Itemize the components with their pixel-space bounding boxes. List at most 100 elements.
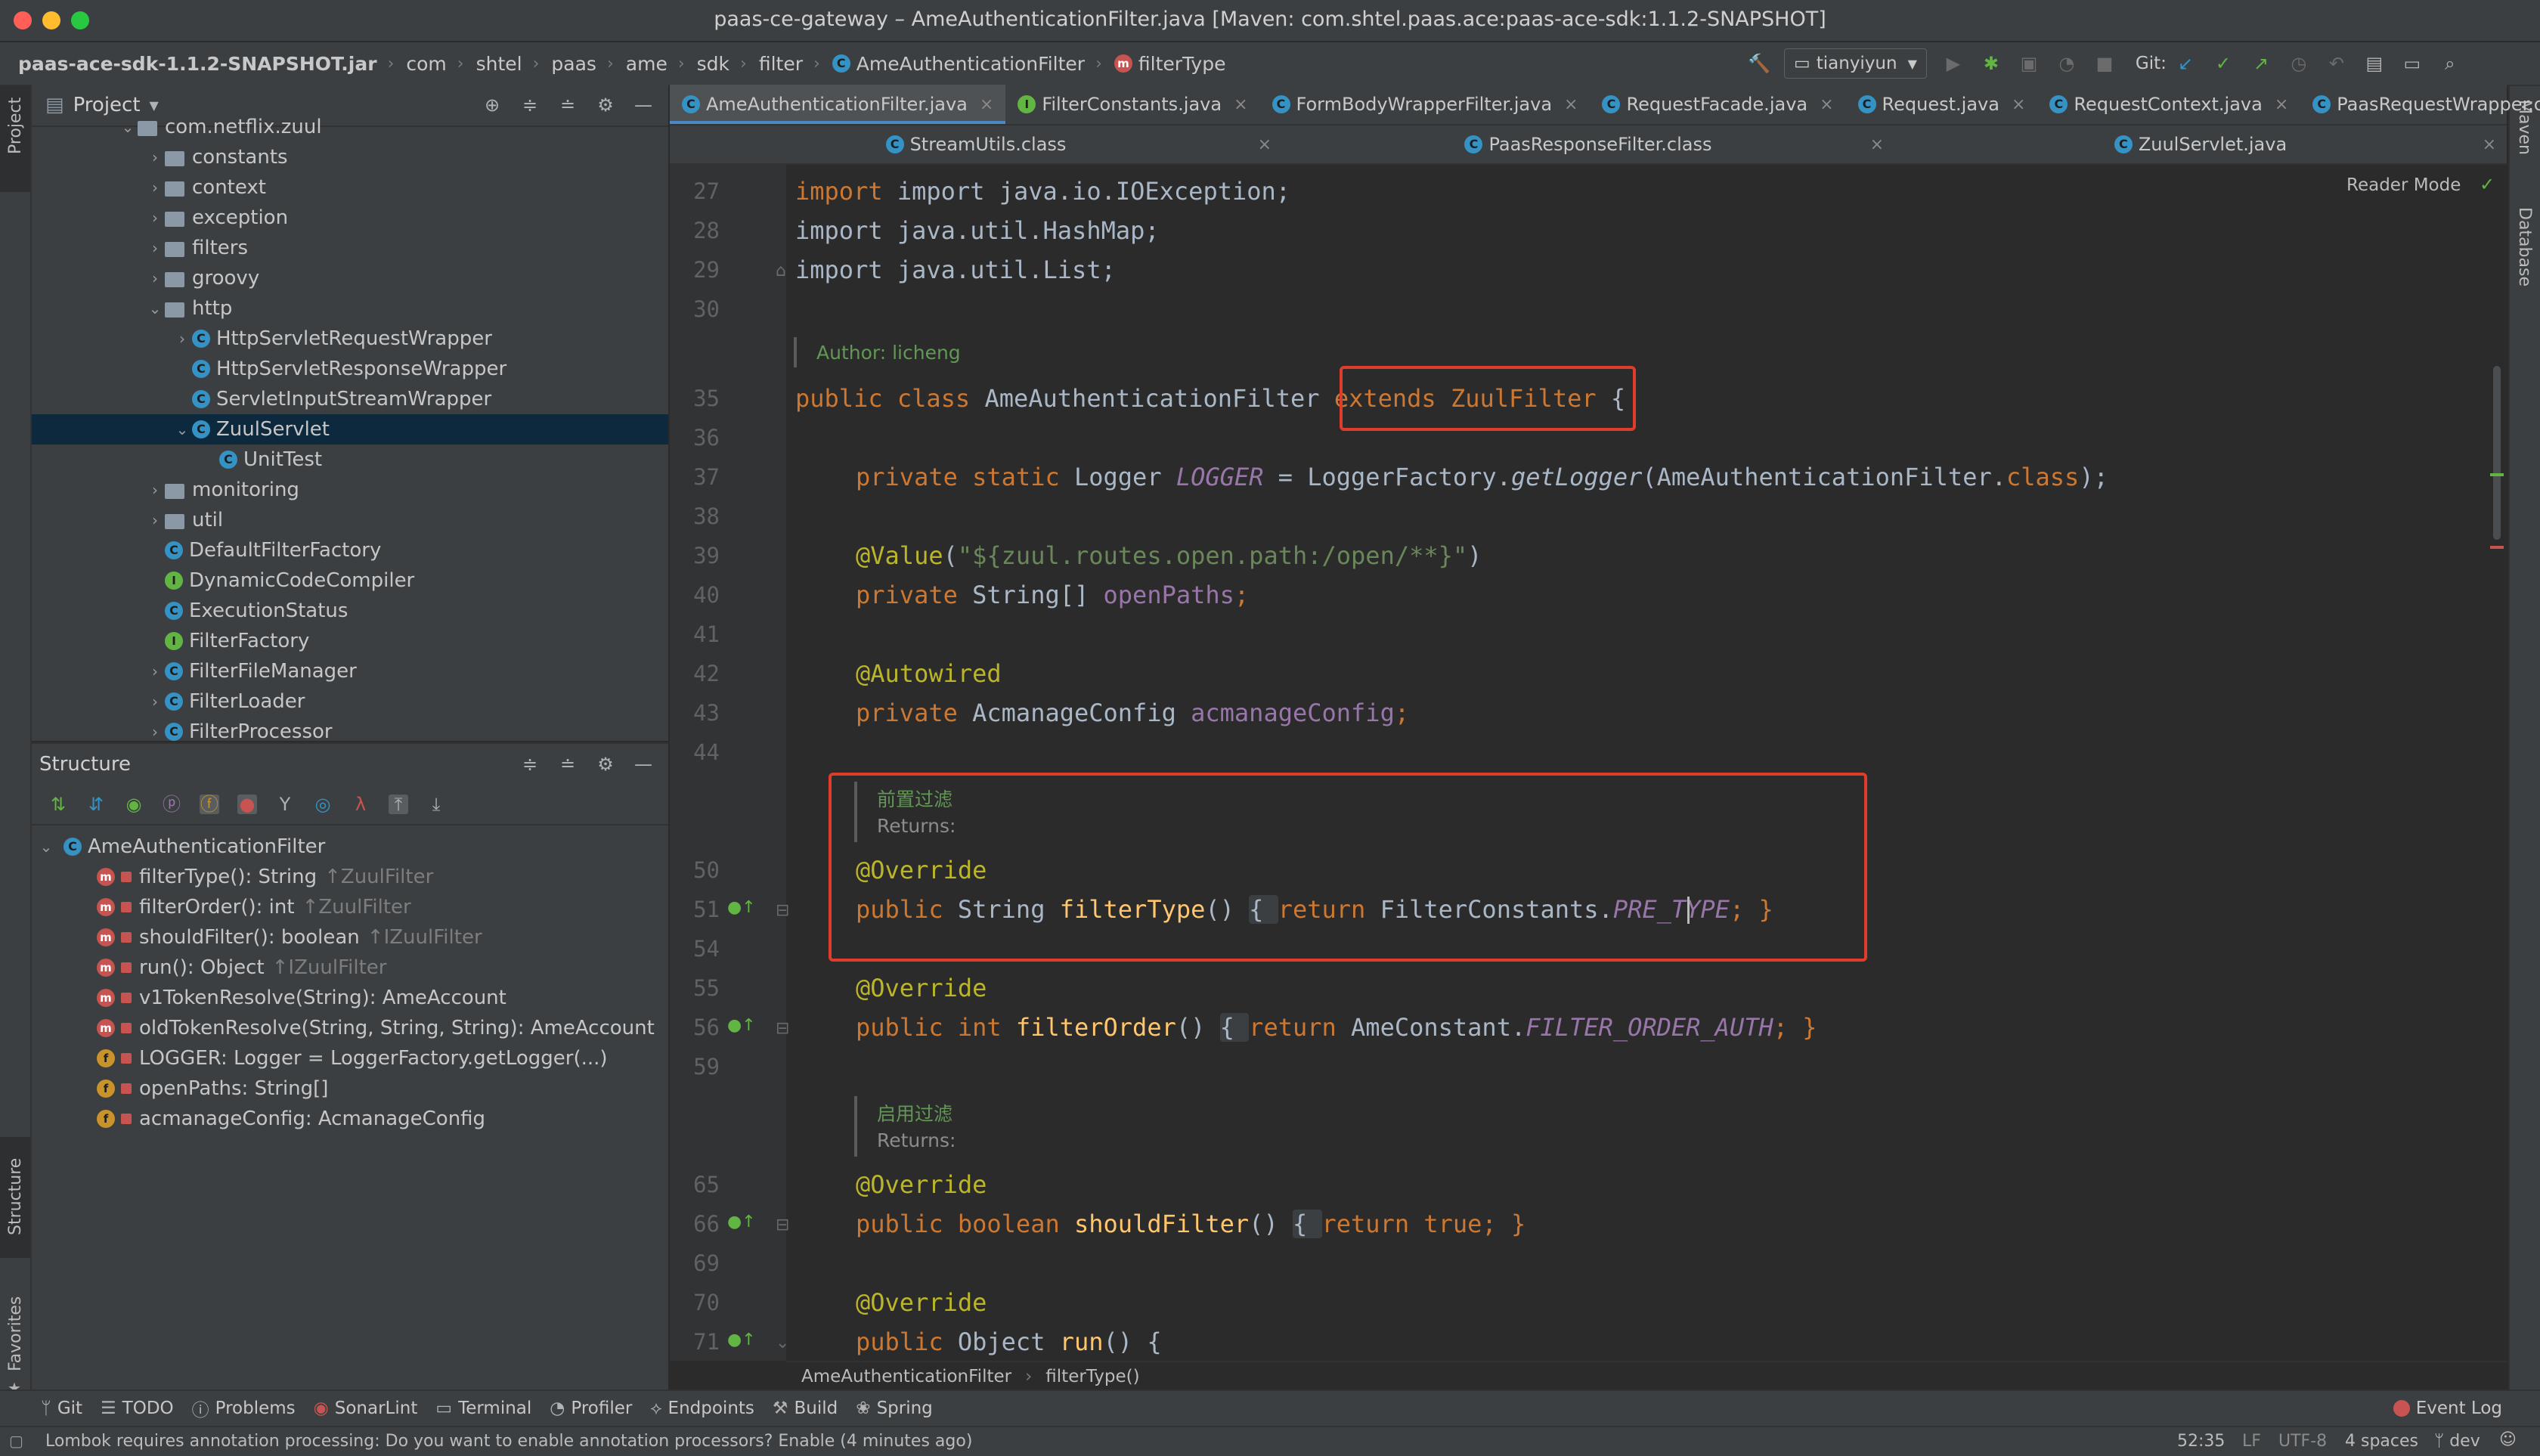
editor-tab[interactable]: C PaasResponseFilter.class × (1282, 125, 1894, 163)
breadcrumb-item[interactable]: paas-ace-sdk-1.1.2-SNAPSHOT.jar › (12, 53, 400, 75)
search-icon[interactable]: ⌕ (2440, 54, 2460, 73)
project-tree-item[interactable]: › C HttpServletRequestWrapper (32, 324, 668, 354)
project-tree-item[interactable]: › groovy (32, 263, 668, 293)
chevron-right-icon[interactable]: › (145, 662, 165, 680)
project-tree-item[interactable]: › C FilterLoader (32, 686, 668, 717)
coverage-icon[interactable]: ▣ (2019, 54, 2039, 73)
hide-icon[interactable]: — (633, 754, 653, 774)
debug-icon[interactable]: ✱ (1981, 54, 2001, 73)
chevron-right-icon[interactable]: › (145, 239, 165, 257)
project-tree-item[interactable]: C UnitTest (32, 445, 668, 475)
git-update-icon[interactable]: ↙ (2176, 54, 2195, 73)
tool-window-button[interactable]: ◉ SonarLint (314, 1399, 418, 1418)
stop-icon[interactable]: ■ (2095, 54, 2114, 73)
tool-window-button[interactable]: ▭ Terminal (435, 1399, 531, 1418)
git-branch-widget[interactable]: ᛘ dev (2434, 1432, 2480, 1451)
editor-tab[interactable]: C RequestContext.java × (2037, 85, 2300, 124)
project-structure-icon[interactable]: ▤ (2365, 54, 2384, 73)
breadcrumb-class[interactable]: AmeAuthenticationFilter (801, 1367, 1011, 1386)
autoscroll-from-source-icon[interactable]: ⤓ (426, 795, 446, 814)
project-tree-item[interactable]: ⌄ http (32, 293, 668, 324)
indent-setting[interactable]: 4 spaces (2345, 1432, 2418, 1451)
rollback-icon[interactable]: ↶ (2327, 54, 2346, 73)
breadcrumb-item[interactable]: filter › (753, 53, 826, 75)
vertical-scrollbar[interactable] (2493, 366, 2501, 540)
chevron-right-icon[interactable]: › (172, 330, 192, 348)
structure-member[interactable]: m run(): Object ↑IZuulFilter (32, 953, 668, 983)
editor-tab[interactable]: C RequestFacade.java × (1590, 85, 1845, 124)
tool-window-button[interactable]: ⟡ Endpoints (650, 1399, 754, 1418)
chevron-right-icon[interactable]: › (145, 481, 165, 499)
line-number[interactable]: 43 (670, 700, 720, 726)
line-number[interactable]: 36 (670, 425, 720, 451)
notifications-icon[interactable]: ☺ (2499, 1430, 2517, 1449)
breadcrumb-item[interactable]: C AmeAuthenticationFilter › (826, 53, 1108, 75)
project-tree-item[interactable]: ⌄ C ZuulServlet (32, 414, 668, 445)
chevron-right-icon[interactable]: › (145, 511, 165, 529)
tool-window-button[interactable]: ᛘ Git (41, 1399, 82, 1418)
line-number[interactable]: 37 (670, 464, 720, 490)
show-properties-icon[interactable]: ⓟ (162, 795, 181, 814)
chevron-right-icon[interactable]: › (145, 692, 165, 711)
chevron-right-icon[interactable]: › (145, 723, 165, 741)
git-commit-icon[interactable]: ✓ (2213, 54, 2233, 73)
breadcrumb-item[interactable]: shtel › (470, 53, 546, 75)
structure-member[interactable]: m filterType(): String ↑ZuulFilter (32, 862, 668, 892)
structure-member[interactable]: f openPaths: String[] (32, 1073, 668, 1104)
editor-tab[interactable]: C Request.java × (1846, 85, 2038, 124)
editor-tab[interactable]: I FilterConstants.java × (1005, 85, 1259, 124)
project-tree-item[interactable]: › monitoring (32, 475, 668, 505)
editor-tab[interactable]: C StreamUtils.class × (670, 125, 1282, 163)
project-tree-item[interactable]: › exception (32, 203, 668, 233)
database-tool-button[interactable]: Database (2510, 200, 2540, 313)
fold-icon[interactable]: ⊟ (776, 901, 789, 920)
line-number[interactable]: 42 (670, 661, 720, 686)
override-marker-icon[interactable]: ●↑ (727, 1016, 756, 1035)
breadcrumb-item[interactable]: m filterType (1108, 53, 1232, 75)
breadcrumb-item[interactable]: sdk › (691, 53, 753, 75)
show-fields-icon[interactable]: ⓕ (200, 795, 219, 814)
presentation-icon[interactable]: ▭ (2402, 54, 2422, 73)
editor-tab[interactable]: C AmeAuthenticationFilter.java × (670, 85, 1006, 124)
structure-tool-button[interactable]: Structure (0, 1137, 30, 1258)
project-tree-item[interactable]: › context (32, 172, 668, 203)
breadcrumb-item[interactable]: paas › (545, 53, 619, 75)
line-number[interactable]: 65 (670, 1172, 720, 1197)
close-icon[interactable]: × (1870, 135, 1884, 154)
git-push-icon[interactable]: ↗ (2251, 54, 2271, 73)
line-number[interactable]: 29 (670, 257, 720, 283)
project-tree-item[interactable]: C ServletInputStreamWrapper (32, 384, 668, 414)
project-tree-item[interactable]: › C FilterFileManager (32, 656, 668, 686)
autoscroll-to-source-icon[interactable]: ⤒ (389, 795, 408, 814)
caret-position[interactable]: 52:35 (2177, 1432, 2225, 1451)
line-number[interactable]: 66 (670, 1211, 720, 1237)
fold-icon[interactable]: ⊟ (776, 1216, 789, 1235)
line-separator[interactable]: LF (2242, 1432, 2261, 1451)
sort-visibility-icon[interactable]: ⇵ (86, 795, 106, 814)
line-number[interactable]: 39 (670, 543, 720, 568)
structure-member[interactable]: m v1TokenResolve(String): AmeAccount (32, 983, 668, 1013)
history-icon[interactable]: ◷ (2289, 54, 2309, 73)
event-log-button[interactable]: Event Log (2393, 1399, 2502, 1418)
run-configuration-select[interactable]: ▭ tianyiyun ▼ (1784, 48, 1927, 79)
chevron-down-icon[interactable]: ▼ (150, 98, 159, 113)
breadcrumb-item[interactable]: com › (400, 53, 469, 75)
project-tree-item[interactable]: C HttpServletResponseWrapper (32, 354, 668, 384)
status-message[interactable]: Lombok requires annotation processing: D… (45, 1432, 972, 1451)
chevron-down-icon[interactable]: ⌄ (145, 299, 165, 318)
close-icon[interactable]: × (1234, 95, 1247, 114)
override-marker-icon[interactable]: ●↑ (727, 1331, 756, 1349)
line-number[interactable]: 38 (670, 503, 720, 529)
expand-all-icon[interactable]: ≑ (520, 754, 540, 774)
chevron-right-icon[interactable]: › (145, 269, 165, 287)
show-lambdas-icon[interactable]: Y (275, 795, 295, 814)
breadcrumb-item[interactable]: ame › (620, 53, 691, 75)
line-number[interactable]: 70 (670, 1290, 720, 1315)
chevron-right-icon[interactable]: › (145, 209, 165, 227)
structure-member[interactable]: m shouldFilter(): boolean ↑IZuulFilter (32, 922, 668, 953)
project-tree-item[interactable]: › filters (32, 233, 668, 263)
close-icon[interactable]: × (980, 95, 993, 114)
chevron-right-icon[interactable]: › (145, 148, 165, 166)
close-icon[interactable]: × (1564, 95, 1578, 114)
line-number[interactable]: 55 (670, 975, 720, 1001)
